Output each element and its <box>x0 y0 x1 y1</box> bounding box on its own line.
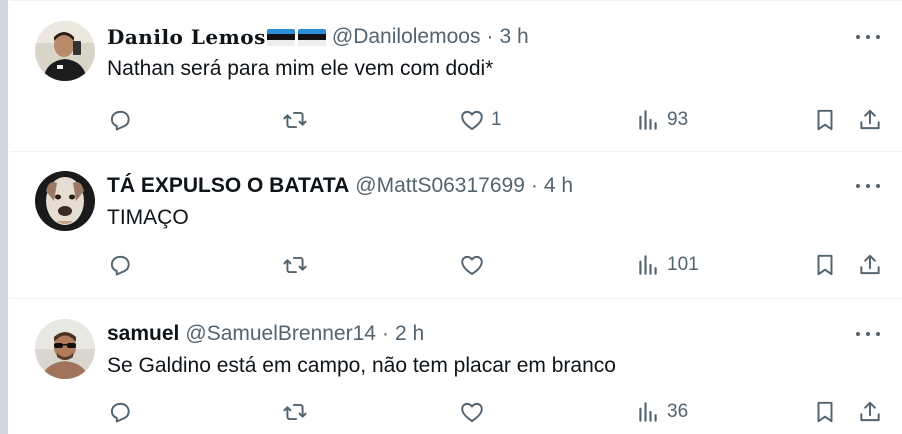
retweet-button[interactable] <box>282 250 314 280</box>
tweet[interactable]: Danilo Lemos @Danilolemoos · 3 h Nathan … <box>10 0 902 152</box>
timestamp[interactable]: 3 h <box>499 25 528 49</box>
more-icon[interactable] <box>856 176 880 196</box>
reply-icon <box>110 110 130 131</box>
separator-dot: · <box>486 25 494 48</box>
tweet[interactable]: TÁ EXPULSO O BATATA @MattS06317699 · 4 h… <box>10 151 902 299</box>
estonia-flag-icon <box>297 28 326 46</box>
reply-feed: Danilo Lemos @Danilolemoos · 3 h Nathan … <box>10 0 902 434</box>
bookmark-button[interactable] <box>812 105 838 135</box>
views-count: 101 <box>667 254 699 275</box>
reply-icon <box>110 402 130 423</box>
views-button[interactable]: 101 <box>635 250 699 280</box>
views-count: 36 <box>667 401 689 422</box>
share-button[interactable] <box>857 105 883 135</box>
user-handle[interactable]: @SamuelBrenner14 <box>185 322 376 346</box>
tweet-text: Se Galdino está em campo, não tem placar… <box>107 354 616 377</box>
display-name[interactable]: TÁ EXPULSO O BATATA <box>107 174 349 198</box>
display-name[interactable]: samuel <box>107 322 179 346</box>
heart-icon <box>461 402 483 422</box>
display-name[interactable]: Danilo Lemos <box>107 25 266 49</box>
user-handle[interactable]: @MattS06317699 <box>355 174 525 198</box>
action-bar: 1 93 <box>107 105 897 135</box>
bookmark-button[interactable] <box>812 397 838 427</box>
reply-icon <box>110 255 130 276</box>
separator-dot: · <box>530 174 538 197</box>
tweet-header: samuel @SamuelBrenner14 · 2 h <box>107 320 424 348</box>
share-button[interactable] <box>857 250 883 280</box>
reply-button[interactable] <box>107 105 139 135</box>
views-icon <box>639 402 657 422</box>
tweet-text: TIMAÇO <box>107 206 189 229</box>
heart-icon <box>461 255 483 275</box>
bookmark-icon <box>817 401 833 423</box>
like-count: 1 <box>491 109 502 130</box>
share-icon <box>860 401 880 422</box>
more-icon[interactable] <box>856 324 880 344</box>
share-button[interactable] <box>857 397 883 427</box>
heart-icon <box>461 110 483 130</box>
views-button[interactable]: 93 <box>635 105 688 135</box>
flag-emojis <box>266 28 326 46</box>
left-scroll-edge <box>0 0 8 434</box>
bookmark-button[interactable] <box>812 250 838 280</box>
tweet-header: TÁ EXPULSO O BATATA @MattS06317699 · 4 h <box>107 172 573 200</box>
retweet-button[interactable] <box>282 397 314 427</box>
like-button[interactable] <box>459 397 491 427</box>
bookmark-icon <box>817 254 833 276</box>
action-bar: 101 <box>107 250 897 280</box>
like-button[interactable]: 1 <box>459 105 502 135</box>
retweet-icon <box>283 403 307 421</box>
reply-button[interactable] <box>107 397 139 427</box>
separator-dot: · <box>381 322 389 345</box>
bookmark-icon <box>817 109 833 131</box>
views-icon <box>639 110 657 130</box>
tweet[interactable]: samuel @SamuelBrenner14 · 2 h Se Galdino… <box>10 299 902 434</box>
share-icon <box>860 254 880 275</box>
views-count: 93 <box>667 109 689 130</box>
tweet-header: Danilo Lemos @Danilolemoos · 3 h <box>107 23 529 51</box>
views-button[interactable]: 36 <box>635 397 688 427</box>
reply-button[interactable] <box>107 250 139 280</box>
more-icon[interactable] <box>856 27 880 47</box>
retweet-icon <box>283 111 307 129</box>
avatar[interactable] <box>35 171 95 231</box>
tweet-text: Nathan será para mim ele vem com dodi* <box>107 57 494 80</box>
retweet-button[interactable] <box>282 105 314 135</box>
estonia-flag-icon <box>266 28 295 46</box>
action-bar: 36 <box>107 397 897 427</box>
retweet-icon <box>283 256 307 274</box>
avatar[interactable] <box>35 21 95 81</box>
user-handle[interactable]: @Danilolemoos <box>332 25 481 49</box>
timestamp[interactable]: 4 h <box>544 174 573 198</box>
timestamp[interactable]: 2 h <box>395 322 424 346</box>
avatar[interactable] <box>35 319 95 379</box>
share-icon <box>860 109 880 130</box>
like-button[interactable] <box>459 250 491 280</box>
views-icon <box>639 255 657 275</box>
